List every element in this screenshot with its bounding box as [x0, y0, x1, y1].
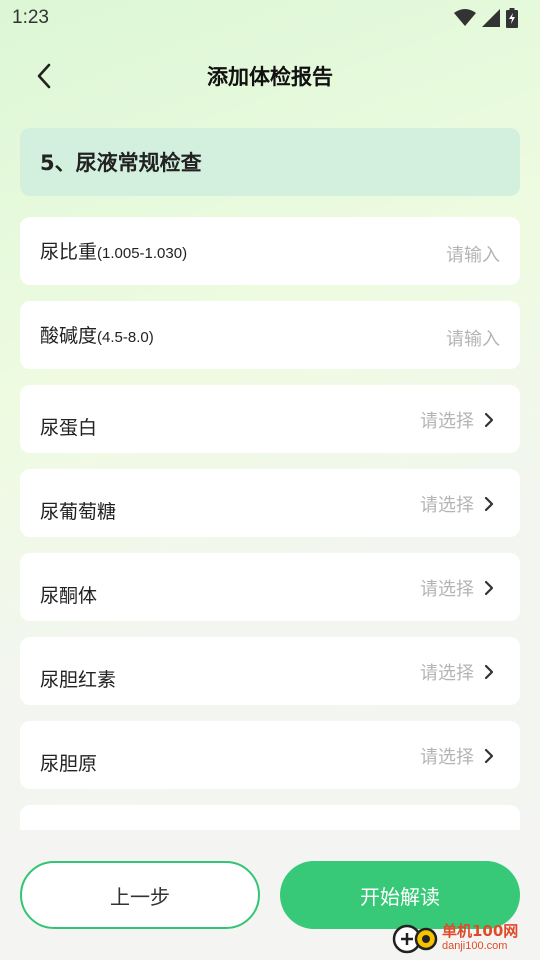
row-label: 尿比重(1.005-1.030) — [40, 237, 187, 264]
watermark-text: 单机100网 danji100.com — [442, 924, 518, 952]
chevron-right-icon — [484, 412, 494, 428]
row-range: (4.5-8.0) — [97, 329, 154, 346]
row-label: 尿胆红素 — [40, 669, 117, 691]
chevron-right-icon — [484, 496, 494, 512]
select-placeholder: 请选择 — [420, 579, 474, 600]
urobilinogen-select[interactable]: 请选择 — [420, 743, 494, 769]
back-button[interactable] — [28, 60, 60, 92]
form-row-specific-gravity: 尿比重(1.005-1.030) — [20, 217, 520, 285]
watermark-name: 单机100网 — [442, 922, 519, 940]
form-row-urine-glucose[interactable]: 尿葡萄糖 请选择 — [20, 469, 520, 537]
ph-input[interactable] — [340, 329, 500, 350]
signal-icon — [482, 9, 500, 27]
row-label: 酸碱度(4.5-8.0) — [40, 321, 154, 348]
select-placeholder: 请选择 — [420, 495, 474, 516]
watermark: 单机100网 danji100.com — [392, 918, 538, 958]
row-label-text: 尿比重 — [40, 241, 98, 263]
form-list[interactable]: 尿比重(1.005-1.030) 酸碱度(4.5-8.0) 尿蛋白 请选择 尿葡… — [20, 217, 520, 830]
chevron-right-icon — [484, 580, 494, 596]
form-row-urine-ketone[interactable]: 尿酮体 请选择 — [20, 553, 520, 621]
section-header: 5、尿液常规检查 — [20, 128, 520, 196]
select-placeholder: 请选择 — [420, 411, 474, 432]
row-range: (1.005-1.030) — [97, 245, 188, 262]
status-bar: 1:23 — [0, 0, 540, 36]
status-icons — [454, 8, 518, 28]
specific-gravity-input[interactable] — [340, 245, 500, 266]
row-label-text: 酸碱度 — [40, 325, 98, 347]
watermark-url: danji100.com — [442, 940, 508, 952]
section-title: 5、尿液常规检查 — [40, 151, 202, 175]
form-row-ph: 酸碱度(4.5-8.0) — [20, 301, 520, 369]
battery-charging-icon — [506, 8, 518, 28]
header: 添加体检报告 — [0, 50, 540, 102]
row-label: 尿蛋白 — [40, 417, 98, 439]
urine-glucose-select[interactable]: 请选择 — [420, 491, 494, 517]
urine-ketone-select[interactable]: 请选择 — [420, 575, 494, 601]
row-label: 尿酮体 — [40, 585, 98, 607]
urine-protein-select[interactable]: 请选择 — [420, 407, 494, 433]
watermark-logo-icon — [392, 924, 438, 954]
form-row-next-partial[interactable] — [20, 805, 520, 830]
form-row-urine-bilirubin[interactable]: 尿胆红素 请选择 — [20, 637, 520, 705]
select-placeholder: 请选择 — [420, 663, 474, 684]
form-row-urobilinogen[interactable]: 尿胆原 请选择 — [20, 721, 520, 789]
status-time: 1:23 — [12, 7, 49, 28]
chevron-left-icon — [37, 63, 51, 89]
row-label: 尿胆原 — [40, 753, 98, 775]
wifi-icon — [454, 9, 476, 26]
form-row-urine-protein[interactable]: 尿蛋白 请选择 — [20, 385, 520, 453]
select-placeholder: 请选择 — [420, 747, 474, 768]
prev-step-button[interactable]: 上一步 — [20, 861, 260, 929]
row-label: 尿葡萄糖 — [40, 501, 117, 523]
chevron-right-icon — [484, 748, 494, 764]
chevron-right-icon — [484, 664, 494, 680]
page-title: 添加体检报告 — [207, 65, 333, 89]
urine-bilirubin-select[interactable]: 请选择 — [420, 659, 494, 685]
